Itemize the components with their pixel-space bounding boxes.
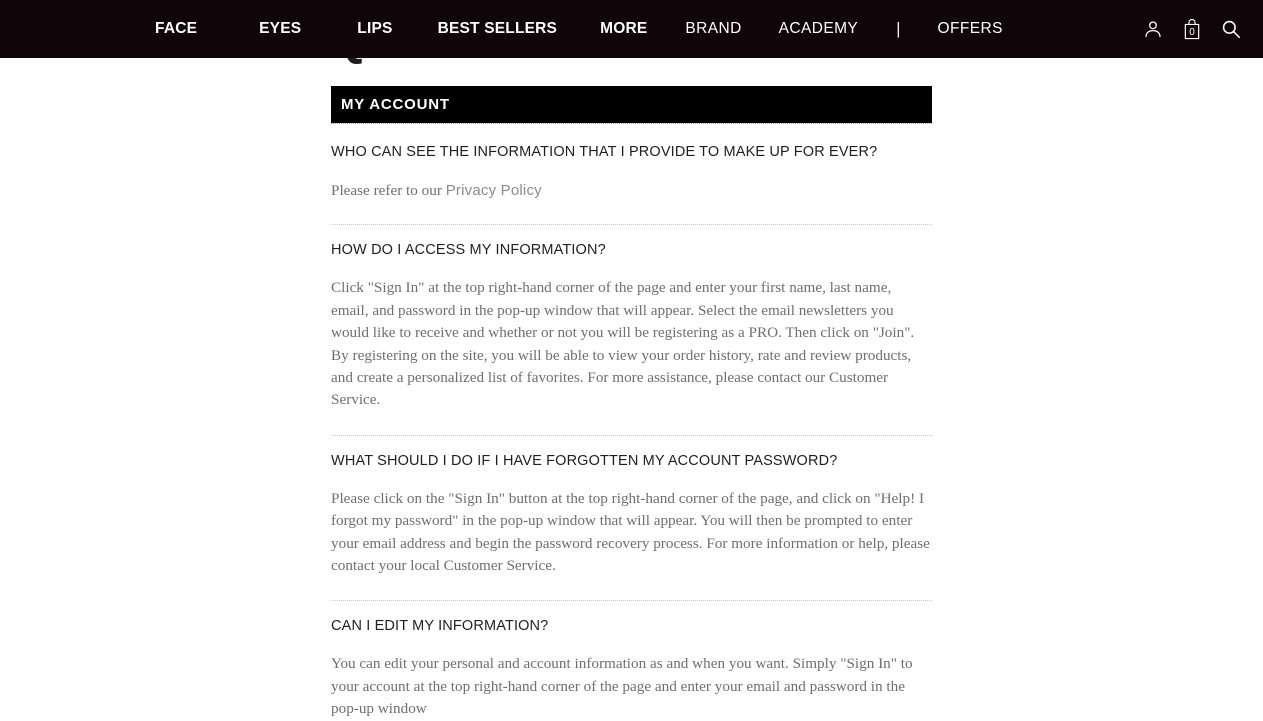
faq-question[interactable]: CAN I EDIT MY INFORMATION? — [331, 618, 932, 634]
faq-item: HOW DO I ACCESS MY INFORMATION? Click "S… — [331, 242, 932, 436]
nav-item-eyes[interactable]: EYES — [259, 20, 301, 38]
nav-item-offers[interactable]: OFFERS — [938, 20, 1003, 38]
faq-answer: Please click on the "Sign In" button at … — [331, 489, 930, 575]
faq-question[interactable]: WHAT SHOULD I DO IF I HAVE FORGOTTEN MY … — [331, 453, 932, 469]
faq-answer: Click "Sign In" at the top right-hand co… — [331, 279, 915, 409]
divider-under-section-header — [331, 123, 932, 124]
faq-item: WHO CAN SEE THE INFORMATION THAT I PROVI… — [331, 144, 932, 226]
faq-item: CAN I EDIT MY INFORMATION? You can edit … — [331, 618, 932, 720]
faq-divider — [331, 224, 932, 226]
faq-answer-text: Please refer to our — [331, 182, 446, 199]
faq-answer: Please refer to our Privacy Policy — [331, 180, 932, 202]
nav-links: FACE EYES LIPS BEST SELLERS MORE BRAND A… — [155, 0, 1003, 58]
nav-item-brand[interactable]: BRAND — [685, 20, 741, 38]
faq-content: MY ACCOUNT WHO CAN SEE THE INFORMATION T… — [331, 86, 932, 721]
privacy-policy-link[interactable]: Privacy Policy — [446, 182, 542, 199]
faq-divider — [331, 600, 932, 602]
top-navigation-bar: FACE EYES LIPS BEST SELLERS MORE BRAND A… — [0, 0, 1263, 58]
nav-separator: | — [896, 19, 901, 38]
faq-answer: You can edit your personal and account i… — [331, 655, 913, 718]
faq-question[interactable]: WHO CAN SEE THE INFORMATION THAT I PROVI… — [331, 144, 932, 160]
nav-item-academy[interactable]: ACADEMY — [779, 20, 858, 38]
shopping-bag-icon[interactable]: 0 — [1182, 18, 1202, 40]
nav-item-face[interactable]: FACE — [155, 20, 197, 38]
account-icon[interactable] — [1142, 18, 1164, 40]
faq-item: WHAT SHOULD I DO IF I HAVE FORGOTTEN MY … — [331, 453, 932, 602]
faq-question[interactable]: HOW DO I ACCESS MY INFORMATION? — [331, 242, 932, 258]
nav-item-lips[interactable]: LIPS — [357, 20, 392, 38]
faq-divider — [331, 434, 932, 436]
section-header-my-account: MY ACCOUNT — [331, 86, 932, 123]
nav-item-best-sellers[interactable]: BEST SELLERS — [438, 20, 558, 38]
section-header-label: MY ACCOUNT — [341, 96, 450, 113]
search-icon[interactable] — [1220, 18, 1242, 40]
nav-icon-group: 0 — [1142, 0, 1242, 58]
nav-item-more[interactable]: MORE — [600, 20, 647, 38]
